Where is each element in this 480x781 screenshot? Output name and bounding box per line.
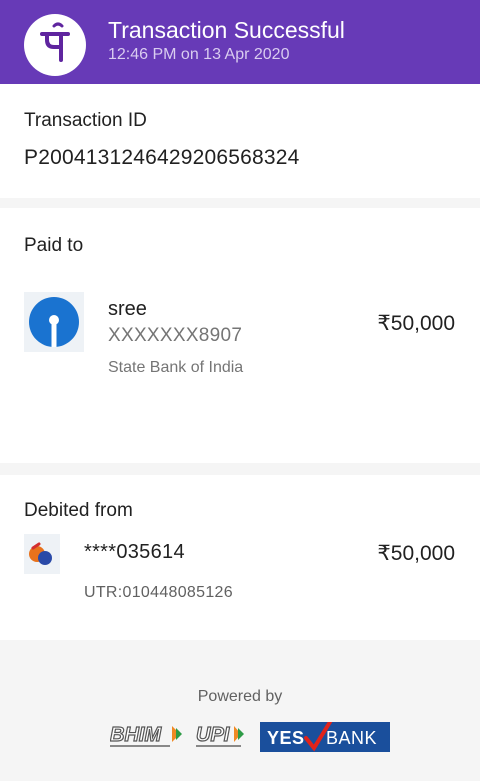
debited-from-card: Debited from ****035614 ₹50,000 UTR:0104…	[0, 475, 480, 640]
status-header: Transaction Successful 12:46 PM on 13 Ap…	[0, 0, 480, 84]
transaction-timestamp: 12:46 PM on 13 Apr 2020	[108, 46, 290, 63]
yes-bank-logo: YES BANK	[260, 722, 390, 752]
page-title: Transaction Successful	[108, 17, 345, 43]
paid-to-card: Paid to sree XXXXXXX8907 State Bank of I…	[0, 208, 480, 463]
transaction-id-label: Transaction ID	[24, 110, 147, 131]
sbi-bank-icon	[24, 292, 84, 352]
debited-from-label: Debited from	[24, 500, 133, 521]
powered-by-text: Powered by	[197, 688, 283, 705]
bhim-upi-logo: BHIM UPI	[109, 722, 250, 750]
payee-bank-name: State Bank of India	[108, 359, 244, 376]
transaction-id-card: Transaction ID P2004131246429206568324	[0, 84, 480, 198]
bank-of-india-icon	[24, 534, 60, 574]
phonepe-logo-icon	[24, 14, 86, 76]
payee-account-number: XXXXXXX8907	[108, 325, 243, 346]
paid-to-label: Paid to	[24, 235, 84, 256]
utr-number[interactable]: UTR:010448085126	[84, 584, 233, 602]
debit-account-number: ****035614	[84, 541, 185, 563]
paid-amount: ₹50,000	[377, 312, 455, 335]
bhim-text: BHIM	[110, 724, 162, 746]
transaction-id-value[interactable]: P2004131246429206568324	[24, 146, 300, 170]
payee-name: sree	[108, 298, 147, 320]
debited-amount: ₹50,000	[377, 542, 455, 565]
upi-text: UPI	[196, 724, 230, 746]
bank-text: BANK	[326, 728, 378, 748]
